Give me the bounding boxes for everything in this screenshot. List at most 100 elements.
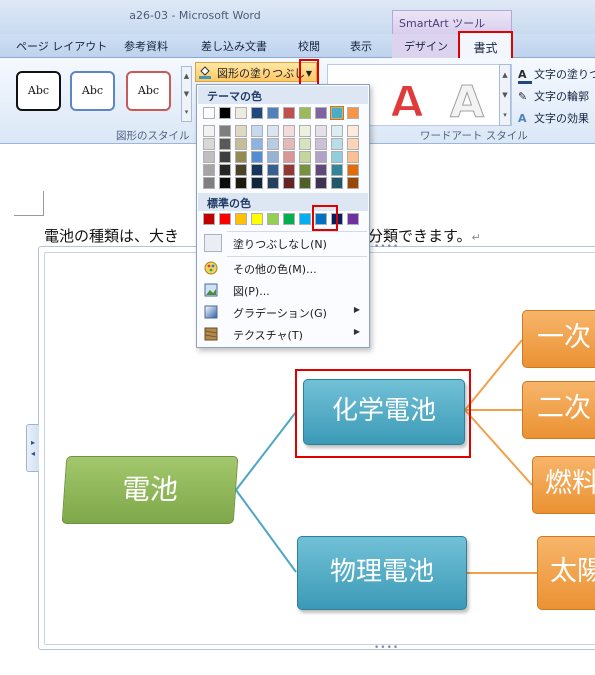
texture-fill-item[interactable]: テクスチャ(T) ▶ (198, 323, 368, 345)
wordart-style-2[interactable]: A (389, 76, 425, 129)
theme-color-swatch[interactable] (267, 107, 279, 119)
node-primary-battery[interactable]: 一次 (522, 310, 595, 368)
theme-shade-swatch[interactable] (203, 164, 215, 176)
theme-shade-swatch[interactable] (315, 151, 327, 163)
node-battery[interactable]: 電池 (61, 456, 239, 524)
theme-color-swatch[interactable] (330, 106, 344, 120)
text-pane-toggle[interactable]: ▸ ◂ (26, 424, 39, 472)
theme-shade-swatch[interactable] (283, 125, 295, 137)
theme-shade-swatch[interactable] (267, 138, 279, 150)
tab-references[interactable]: 参考資料 (124, 38, 168, 54)
theme-color-swatch[interactable] (251, 107, 263, 119)
theme-color-swatch[interactable] (315, 107, 327, 119)
gradient-fill-item[interactable]: グラデーション(G) ▶ (198, 301, 368, 323)
theme-shade-swatch[interactable] (203, 151, 215, 163)
theme-shade-swatch[interactable] (251, 164, 263, 176)
text-fill-button[interactable]: A 文字の塗りつ (518, 66, 595, 84)
shape-style-black[interactable]: Abc (16, 71, 61, 111)
shape-style-blue[interactable]: Abc (70, 71, 115, 111)
standard-color-swatch[interactable] (267, 213, 279, 225)
theme-color-swatch[interactable] (283, 107, 295, 119)
shape-style-gallery-scroll[interactable]: ▲ ▼ ▾ (181, 66, 192, 122)
theme-shade-swatch[interactable] (347, 177, 359, 189)
theme-shade-swatch[interactable] (251, 151, 263, 163)
theme-shade-swatch[interactable] (283, 151, 295, 163)
node-physical-battery[interactable]: 物理電池 (297, 536, 467, 610)
theme-shade-swatch[interactable] (331, 138, 343, 150)
theme-shade-swatch[interactable] (235, 177, 247, 189)
theme-shade-swatch[interactable] (267, 177, 279, 189)
theme-shade-swatch[interactable] (331, 164, 343, 176)
theme-shade-swatch[interactable] (219, 164, 231, 176)
theme-shade-swatch[interactable] (267, 125, 279, 137)
node-solar-cell[interactable]: 太陽 (537, 536, 595, 610)
no-fill-item[interactable]: 塗りつぶしなし(N) (198, 232, 368, 254)
theme-shade-swatch[interactable] (235, 138, 247, 150)
theme-shade-swatch[interactable] (347, 151, 359, 163)
text-outline-button[interactable]: ✎ 文字の輪郭 (518, 88, 589, 104)
shape-fill-dropdown-arrow[interactable]: ▼ (299, 59, 319, 87)
theme-shade-swatch[interactable] (235, 151, 247, 163)
theme-shade-swatch[interactable] (347, 125, 359, 137)
theme-shade-swatch[interactable] (299, 177, 311, 189)
theme-shade-swatch[interactable] (203, 177, 215, 189)
standard-color-swatch[interactable] (283, 213, 295, 225)
standard-color-swatch[interactable] (347, 213, 359, 225)
node-secondary-battery[interactable]: 二次 (522, 381, 595, 439)
theme-shade-swatch[interactable] (315, 164, 327, 176)
theme-shade-swatch[interactable] (267, 151, 279, 163)
picture-fill-label: 図(P)... (233, 285, 270, 298)
more-colors-item[interactable]: その他の色(M)... (198, 257, 368, 279)
standard-color-swatch[interactable] (251, 213, 263, 225)
theme-shade-swatch[interactable] (315, 177, 327, 189)
theme-shade-swatch[interactable] (267, 164, 279, 176)
theme-shade-swatch[interactable] (235, 164, 247, 176)
picture-fill-item[interactable]: 図(P)... (198, 279, 368, 301)
theme-shade-swatch[interactable] (299, 138, 311, 150)
theme-shade-swatch[interactable] (331, 125, 343, 137)
theme-shade-swatch[interactable] (299, 125, 311, 137)
tab-mailings[interactable]: 差し込み文書 (201, 38, 267, 54)
theme-shade-swatch[interactable] (219, 177, 231, 189)
theme-shade-swatch[interactable] (235, 125, 247, 137)
theme-shade-swatch[interactable] (203, 138, 215, 150)
theme-shade-swatch[interactable] (331, 151, 343, 163)
theme-shade-swatch[interactable] (283, 138, 295, 150)
wordart-gallery-scroll[interactable]: ▲ ▼ ▾ (499, 64, 511, 126)
theme-shade-swatch[interactable] (251, 177, 263, 189)
frame-handle-bottom[interactable]: •••• (374, 643, 399, 653)
tab-page-layout[interactable]: ページ レイアウト (16, 38, 107, 54)
theme-shade-swatch[interactable] (219, 138, 231, 150)
theme-shade-swatch[interactable] (347, 138, 359, 150)
theme-shade-swatch[interactable] (203, 125, 215, 137)
theme-shade-swatch[interactable] (219, 151, 231, 163)
standard-color-swatch[interactable] (299, 213, 311, 225)
theme-shade-swatch[interactable] (299, 164, 311, 176)
standard-color-swatch[interactable] (235, 213, 247, 225)
tab-design[interactable]: デザイン (404, 38, 448, 54)
shape-style-red[interactable]: Abc (126, 71, 171, 111)
theme-color-swatch[interactable] (235, 107, 247, 119)
standard-color-swatch[interactable] (219, 213, 231, 225)
theme-shade-swatch[interactable] (251, 138, 263, 150)
wordart-style-3[interactable]: A (449, 77, 484, 129)
theme-color-swatch[interactable] (347, 107, 359, 119)
tab-view[interactable]: 表示 (350, 38, 372, 54)
theme-shade-swatch[interactable] (299, 151, 311, 163)
theme-color-swatch[interactable] (299, 107, 311, 119)
theme-shade-swatch[interactable] (347, 164, 359, 176)
tab-review[interactable]: 校閲 (298, 38, 320, 54)
theme-shade-swatch[interactable] (315, 138, 327, 150)
theme-color-swatch[interactable] (219, 107, 231, 119)
theme-shade-swatch[interactable] (251, 125, 263, 137)
frame-handle-top[interactable]: •••• (374, 242, 399, 252)
node-fuel-cell[interactable]: 燃料 (532, 456, 595, 514)
theme-shade-swatch[interactable] (219, 125, 231, 137)
text-effects-button[interactable]: A 文字の効果 (518, 110, 589, 126)
theme-color-swatch[interactable] (203, 107, 215, 119)
theme-shade-swatch[interactable] (331, 177, 343, 189)
standard-color-swatch[interactable] (203, 213, 215, 225)
theme-shade-swatch[interactable] (315, 125, 327, 137)
theme-shade-swatch[interactable] (283, 177, 295, 189)
theme-shade-swatch[interactable] (283, 164, 295, 176)
